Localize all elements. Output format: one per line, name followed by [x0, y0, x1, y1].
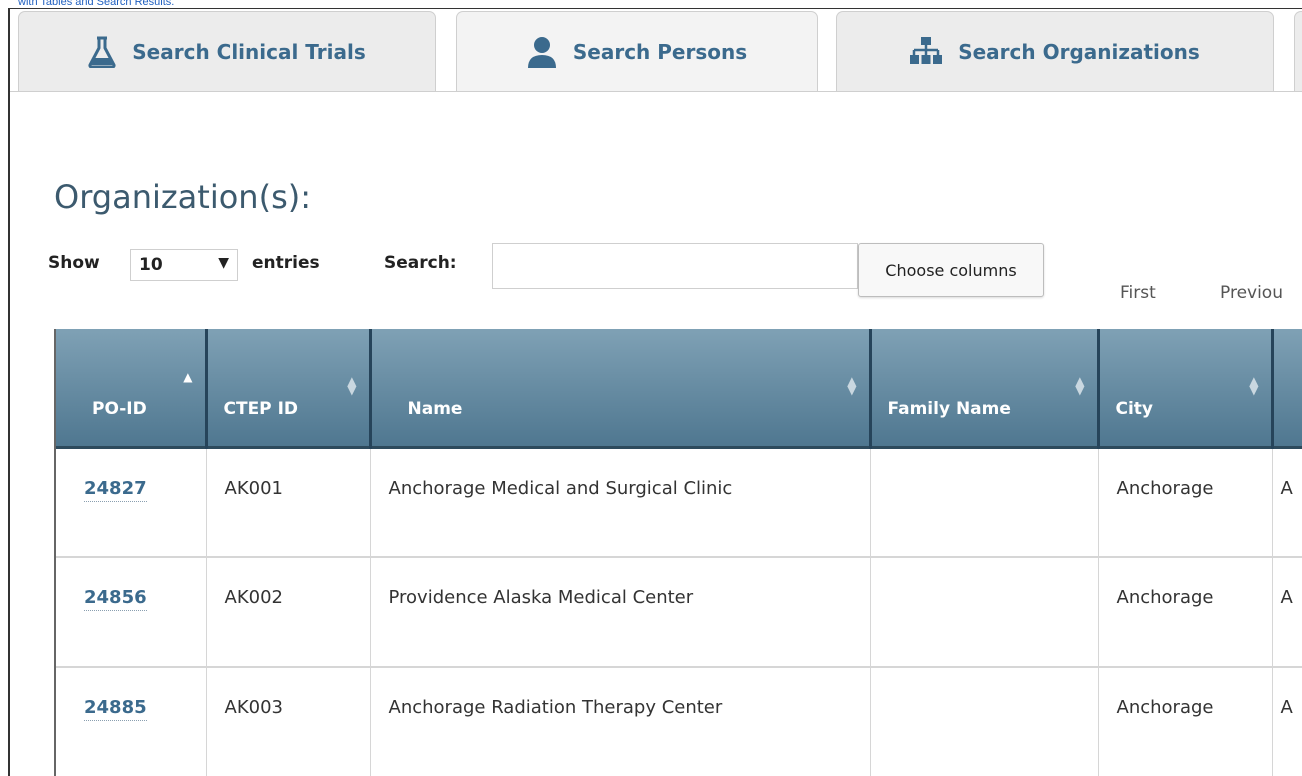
chevron-down-icon: ▼ — [218, 255, 229, 271]
tab-label: Search Persons — [572, 39, 748, 64]
header-label: Name — [407, 398, 463, 419]
ctep-id-cell: AK003 — [206, 667, 371, 776]
person-icon — [527, 36, 557, 68]
column-header-city[interactable]: City ▲ ▼ — [1098, 329, 1274, 447]
po-id-link[interactable]: 24885 — [84, 697, 147, 721]
po-id-cell: 24856 — [56, 557, 207, 668]
tab-search-persons[interactable]: Search Persons — [456, 11, 818, 91]
tab-partial[interactable] — [1294, 11, 1302, 91]
truncated-cell: A — [1272, 557, 1302, 668]
sort-icon: ▲ ▼ — [347, 374, 357, 397]
show-label: Show — [48, 253, 100, 273]
column-header-ctep-id[interactable]: CTEP ID ▲ ▼ — [206, 329, 372, 447]
sort-ascending-icon: ▲ — [183, 370, 193, 384]
po-id-cell: 24885 — [56, 667, 207, 776]
city-cell: Anchorage — [1098, 557, 1273, 668]
entries-select[interactable]: 10 ▼ — [130, 249, 238, 281]
pager-previous-link[interactable]: Previou — [1220, 283, 1283, 303]
table-row: 24885 AK003 Anchorage Radiation Therapy … — [56, 667, 1302, 776]
table-controls: Show 10 ▼ entries Search: Choose columns… — [48, 239, 1302, 329]
entries-label: entries — [252, 253, 320, 273]
header-label: CTEP ID — [223, 398, 299, 419]
header-label: Family Name — [887, 398, 1011, 419]
org-chart-icon — [910, 36, 943, 68]
truncated-cell: A — [1272, 447, 1302, 558]
name-cell: Providence Alaska Medical Center — [370, 557, 871, 668]
header-label: PO-ID — [92, 398, 147, 419]
sort-icon: ▲ ▼ — [847, 374, 857, 397]
name-cell: Anchorage Medical and Surgical Clinic — [370, 447, 871, 558]
page-caption: with Tables and Search Results. — [18, 0, 175, 8]
sort-icon: ▲ ▼ — [1249, 374, 1259, 397]
results-table: PO-ID ▲ CTEP ID ▲ ▼ Name ▲ ▼ Family Name ▲… — [54, 329, 1302, 776]
name-cell: Anchorage Radiation Therapy Center — [370, 667, 871, 776]
column-header-name[interactable]: Name ▲ ▼ — [370, 329, 872, 447]
tab-search-clinical-trials[interactable]: Search Clinical Trials — [18, 11, 436, 91]
po-id-link[interactable]: 24827 — [84, 477, 147, 502]
city-cell: Anchorage — [1098, 667, 1273, 776]
flask-icon — [88, 36, 116, 68]
column-header-partial[interactable] — [1272, 329, 1302, 447]
tab-label: Search Clinical Trials — [132, 39, 366, 64]
sort-icon: ▲ ▼ — [1075, 374, 1085, 397]
search-label: Search: — [384, 253, 457, 273]
entries-value: 10 — [139, 255, 163, 275]
tab-search-organizations[interactable]: Search Organizations — [836, 11, 1274, 91]
family-name-cell — [870, 447, 1099, 558]
column-header-family-name[interactable]: Family Name ▲ ▼ — [870, 329, 1100, 447]
search-tabs: Search Clinical Trials Search Persons Se… — [10, 9, 1302, 93]
family-name-cell — [870, 557, 1099, 668]
ctep-id-cell: AK001 — [206, 447, 371, 558]
app-frame: Search Clinical Trials Search Persons Se… — [8, 8, 1302, 776]
po-id-cell: 24827 — [56, 447, 207, 558]
table-row: 24827 AK001 Anchorage Medical and Surgic… — [56, 447, 1302, 558]
choose-columns-button[interactable]: Choose columns — [858, 243, 1044, 297]
ctep-id-cell: AK002 — [206, 557, 371, 668]
truncated-cell: A — [1272, 667, 1302, 776]
po-id-link[interactable]: 24856 — [84, 587, 147, 611]
search-input[interactable] — [492, 243, 858, 289]
table-header-row: PO-ID ▲ CTEP ID ▲ ▼ Name ▲ ▼ Family Name ▲… — [56, 329, 1302, 447]
column-header-po-id[interactable]: PO-ID ▲ — [56, 329, 208, 447]
tab-label: Search Organizations — [958, 39, 1200, 64]
family-name-cell — [870, 667, 1099, 776]
header-label: City — [1115, 398, 1154, 419]
city-cell: Anchorage — [1098, 447, 1273, 558]
pager-first-link[interactable]: First — [1120, 283, 1156, 303]
tab-baseline — [10, 91, 1302, 92]
table-row: 24856 AK002 Providence Alaska Medical Ce… — [56, 557, 1302, 668]
page-title: Organization(s): — [54, 178, 311, 216]
